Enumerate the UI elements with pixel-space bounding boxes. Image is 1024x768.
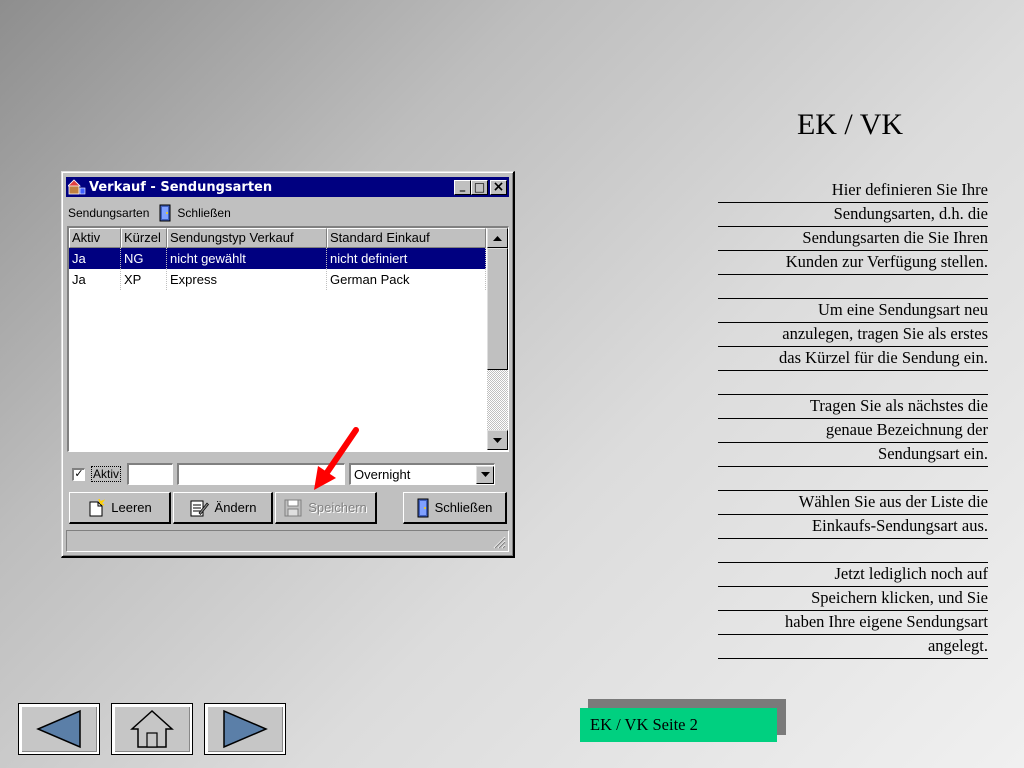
resize-grip-icon[interactable]: [492, 535, 506, 549]
cell-verkauf: Express: [167, 269, 327, 290]
up-arrow-icon: [493, 235, 502, 241]
forward-triangle-icon: [223, 709, 268, 749]
instruction-line: genaue Bezeichnung der: [718, 419, 988, 443]
instruction-line: Sendungsart ein.: [718, 443, 988, 467]
cell-kuerzel: XP: [121, 269, 167, 290]
list-header: Aktiv Kürzel Sendungstyp Verkauf Standar…: [69, 228, 486, 248]
aendern-label: Ändern: [214, 500, 257, 515]
instruction-line: Um eine Sendungsart neu: [718, 299, 988, 323]
leeren-label: Leeren: [111, 500, 152, 515]
instruction-spacer: [718, 467, 988, 491]
aendern-button[interactable]: Ändern: [173, 492, 273, 524]
maximize-icon: □: [473, 180, 486, 194]
cell-einkauf: nicht definiert: [327, 248, 486, 269]
red-arrow-icon: [314, 427, 359, 490]
new-document-icon: [89, 498, 106, 516]
edit-document-icon: [190, 500, 209, 516]
instruction-line: Hier definieren Sie Ihre: [718, 179, 988, 203]
scroll-thumb[interactable]: [487, 248, 508, 370]
instruction-line: Sendungsarten die Sie Ihren: [718, 227, 988, 251]
menu-schliessen[interactable]: Schließen: [159, 204, 231, 222]
menu-schliessen-label: Schließen: [177, 206, 231, 220]
cell-kuerzel: NG: [121, 248, 167, 269]
instruction-line: Jetzt lediglich noch auf: [718, 563, 988, 587]
chevron-down-icon: [480, 472, 490, 477]
back-triangle-icon: [36, 709, 81, 749]
column-header-kuerzel[interactable]: Kürzel: [121, 228, 167, 248]
button-row: Leeren Ändern Speichern Schließen: [69, 492, 509, 524]
column-header-verkauf[interactable]: Sendungstyp Verkauf: [167, 228, 327, 248]
menu-bar: Sendungsarten Schließen: [68, 202, 241, 224]
aktiv-checkbox[interactable]: ✓: [72, 467, 85, 481]
title-bar[interactable]: Verkauf - Sendungsarten _ □ ×: [66, 177, 509, 197]
menu-sendungsarten-label: Sendungsarten: [68, 206, 150, 220]
sendungsarten-window: Verkauf - Sendungsarten _ □ × Sendungsar…: [61, 171, 515, 558]
edit-row: ✓ Aktiv Overnight: [72, 461, 496, 487]
menu-sendungsarten[interactable]: Sendungsarten: [68, 206, 149, 220]
cell-aktiv: Ja: [69, 269, 121, 290]
instruction-line: Sendungsarten, d.h. die: [718, 203, 988, 227]
schliessen-label: Schließen: [434, 500, 493, 515]
page-label: EK / VK Seite 2: [590, 715, 698, 734]
instruction-line: Einkaufs-Sendungsart aus.: [718, 515, 988, 539]
sendungsarten-list[interactable]: Aktiv Kürzel Sendungstyp Verkauf Standar…: [67, 226, 509, 452]
kuerzel-input[interactable]: [127, 463, 174, 485]
down-arrow-icon: [493, 437, 502, 443]
einkauf-select[interactable]: Overnight: [349, 463, 496, 485]
table-row[interactable]: Ja NG nicht gewählt nicht definiert: [69, 248, 486, 269]
door-icon: [417, 498, 429, 517]
instruction-spacer: [718, 371, 988, 395]
slide-heading: EK / VK: [796, 108, 904, 141]
cell-einkauf: German Pack: [327, 269, 486, 290]
instruction-spacer: [718, 539, 988, 563]
column-header-aktiv[interactable]: Aktiv: [69, 228, 121, 248]
maximize-button[interactable]: □: [471, 179, 488, 195]
vertical-scrollbar[interactable]: [487, 228, 508, 450]
instruction-line: Speichern klicken, und Sie: [718, 587, 988, 611]
minimize-button[interactable]: _: [454, 178, 471, 195]
save-disk-icon: [284, 499, 302, 516]
column-header-einkauf[interactable]: Standard Einkauf: [327, 228, 486, 248]
instruction-spacer: [718, 275, 988, 299]
table-row[interactable]: Ja XP Express German Pack: [69, 269, 486, 290]
einkauf-select-value: Overnight: [354, 467, 411, 482]
close-button[interactable]: ×: [490, 179, 507, 195]
window-title: Verkauf - Sendungsarten: [89, 179, 273, 195]
dropdown-button[interactable]: [476, 465, 495, 484]
scroll-down-button[interactable]: [487, 430, 508, 450]
instruction-line: angelegt.: [718, 635, 988, 659]
home-icon: [130, 709, 174, 748]
speichern-label: Speichern: [308, 500, 367, 515]
speichern-button[interactable]: Speichern: [275, 492, 377, 524]
door-icon: [159, 204, 171, 222]
cell-verkauf: nicht gewählt: [167, 248, 327, 269]
aktiv-label[interactable]: Aktiv: [91, 466, 122, 482]
minimize-icon: _: [459, 178, 466, 192]
instruction-line: Kunden zur Verfügung stellen.: [718, 251, 988, 275]
page-badge: EK / VK Seite 2: [580, 708, 777, 742]
nav-back-button[interactable]: [18, 703, 100, 755]
leeren-button[interactable]: Leeren: [69, 492, 171, 524]
nav-forward-button[interactable]: [204, 703, 286, 755]
instruction-text: Hier definieren Sie Ihre Sendungsarten, …: [718, 179, 988, 659]
instruction-line: haben Ihre eigene Sendungsart: [718, 611, 988, 635]
instruction-line: anzulegen, tragen Sie als erstes: [718, 323, 988, 347]
nav-home-button[interactable]: [111, 703, 193, 755]
scroll-up-button[interactable]: [487, 228, 508, 248]
check-icon: ✓: [74, 468, 84, 480]
close-icon: ×: [492, 179, 505, 195]
schliessen-button[interactable]: Schließen: [403, 492, 507, 524]
instruction-line: Wählen Sie aus der Liste die: [718, 491, 988, 515]
instruction-line: Tragen Sie als nächstes die: [718, 395, 988, 419]
app-icon: [68, 179, 86, 195]
cell-aktiv: Ja: [69, 248, 121, 269]
status-bar: [66, 530, 509, 552]
instruction-line: das Kürzel für die Sendung ein.: [718, 347, 988, 371]
